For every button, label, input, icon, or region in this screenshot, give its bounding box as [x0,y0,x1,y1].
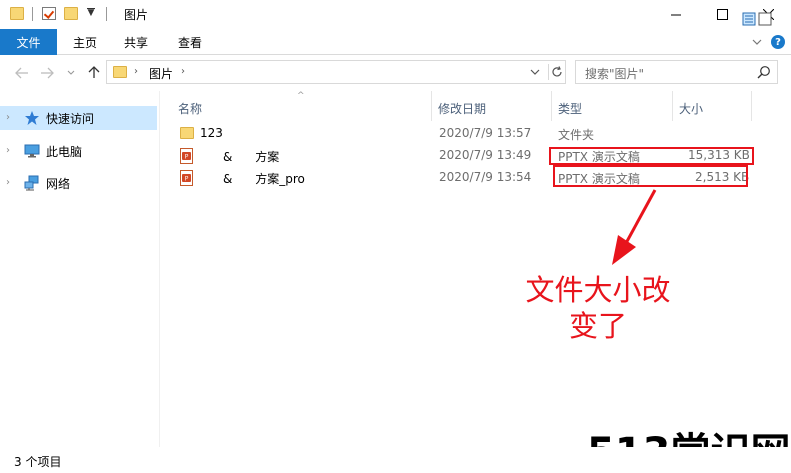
minimize-icon [670,14,681,16]
ribbon-tabs: 文件 主页 共享 查看 ? [0,29,791,55]
pptx-file-icon: P [180,148,193,164]
arrow-up-icon [88,66,100,78]
highlight-box-original-size [549,147,754,165]
search-icon[interactable] [757,65,771,79]
tab-file[interactable]: 文件 [0,29,57,55]
chevron-right-icon[interactable]: › [6,177,16,189]
refresh-button[interactable] [548,64,564,80]
file-date: 2020/7/9 13:54 [439,170,532,184]
file-date: 2020/7/9 13:57 [439,126,532,140]
file-type: 文件夹 [558,128,595,142]
column-divider[interactable] [751,91,752,121]
address-bar[interactable]: › 图片 › [106,60,566,84]
sort-ascending-icon: ^ [297,91,305,101]
annotation-text: 文件大小改 变了 [518,272,678,344]
help-button[interactable]: ? [771,35,785,49]
recent-locations-button[interactable] [63,65,79,81]
title-bar: ▼ 图片 [0,0,791,29]
nav-item-label: 此电脑 [46,145,83,159]
file-name: & 方案_pro [223,172,305,186]
chevron-right-icon[interactable]: › [6,112,16,124]
tab-share[interactable]: 共享 [121,29,151,55]
column-divider[interactable] [431,91,432,121]
maximize-button[interactable] [699,0,745,29]
maximize-icon [716,9,728,20]
computer-icon [24,144,40,158]
arrow-right-icon [41,67,54,79]
search-box[interactable]: 搜索"图片" [575,60,778,84]
chevron-right-icon[interactable]: › [134,66,138,77]
address-dropdown-button[interactable] [527,65,543,79]
column-header-date[interactable]: 修改日期 [438,96,486,120]
file-name: & 方案 [223,150,280,164]
column-header-size[interactable]: 大小 [679,96,703,120]
pptx-file-icon: P [180,170,193,186]
folder-icon [180,127,194,139]
refresh-icon [551,66,562,77]
properties-check-icon[interactable] [42,7,56,20]
tab-home[interactable]: 主页 [70,29,100,55]
file-date: 2020/7/9 13:49 [439,148,532,162]
chevron-down-icon [67,70,75,75]
address-path[interactable]: 图片 [149,65,173,82]
customize-toolbar-dropdown-icon[interactable]: ▼ [86,8,96,18]
arrow-left-icon [15,67,28,79]
view-toggle-icon[interactable] [742,10,782,26]
folder-icon [10,7,24,20]
arrow-down-icon [612,189,657,265]
window-title: 图片 [124,8,149,22]
nav-item-label: 网络 [46,177,71,191]
file-row-folder[interactable]: 123 2020/7/9 13:57 文件夹 [161,123,761,145]
search-input[interactable]: 搜索"图片" [585,65,644,82]
quick-access-separator [32,7,33,21]
title-separator [106,7,107,21]
highlight-box-compressed-size [553,165,748,187]
nav-item-this-pc[interactable]: › 此电脑 [0,139,157,163]
column-divider[interactable] [672,91,673,121]
forward-button[interactable] [39,65,55,81]
chevron-right-icon[interactable]: › [181,66,185,77]
nav-item-network[interactable]: › 网络 [0,171,157,195]
svg-text:P: P [185,154,189,161]
folder-icon [113,66,127,78]
minimize-button[interactable] [653,0,699,29]
chevron-down-icon [530,69,540,75]
column-header-type[interactable]: 类型 [558,96,582,120]
tab-view[interactable]: 查看 [175,29,205,55]
status-bar: 3 个项目 [0,447,791,473]
chevron-right-icon[interactable]: › [6,145,16,157]
navigation-pane: › 快速访问 › 此电脑 › 网络 [0,91,160,447]
expand-ribbon-button[interactable] [750,35,764,49]
network-icon [24,175,39,191]
nav-item-label: 快速访问 [46,112,95,126]
file-name: 123 [200,126,223,140]
back-button[interactable] [14,65,30,81]
column-header-name[interactable]: 名称 [178,96,202,120]
help-icon: ? [771,35,785,49]
nav-item-quick-access[interactable]: › 快速访问 [0,106,157,130]
chevron-down-icon [752,39,762,45]
up-button[interactable] [86,64,102,80]
file-list: ^ 名称 修改日期 类型 大小 123 2020/7/9 13:57 文件夹 P… [161,91,791,447]
item-count: 3 个项目 [14,455,62,469]
svg-text:P: P [185,176,189,183]
new-folder-icon[interactable] [64,7,78,20]
star-icon [25,111,39,125]
annotation-line: 文件大小改 [525,273,671,307]
column-divider[interactable] [551,91,552,121]
annotation-line: 变了 [568,309,627,343]
